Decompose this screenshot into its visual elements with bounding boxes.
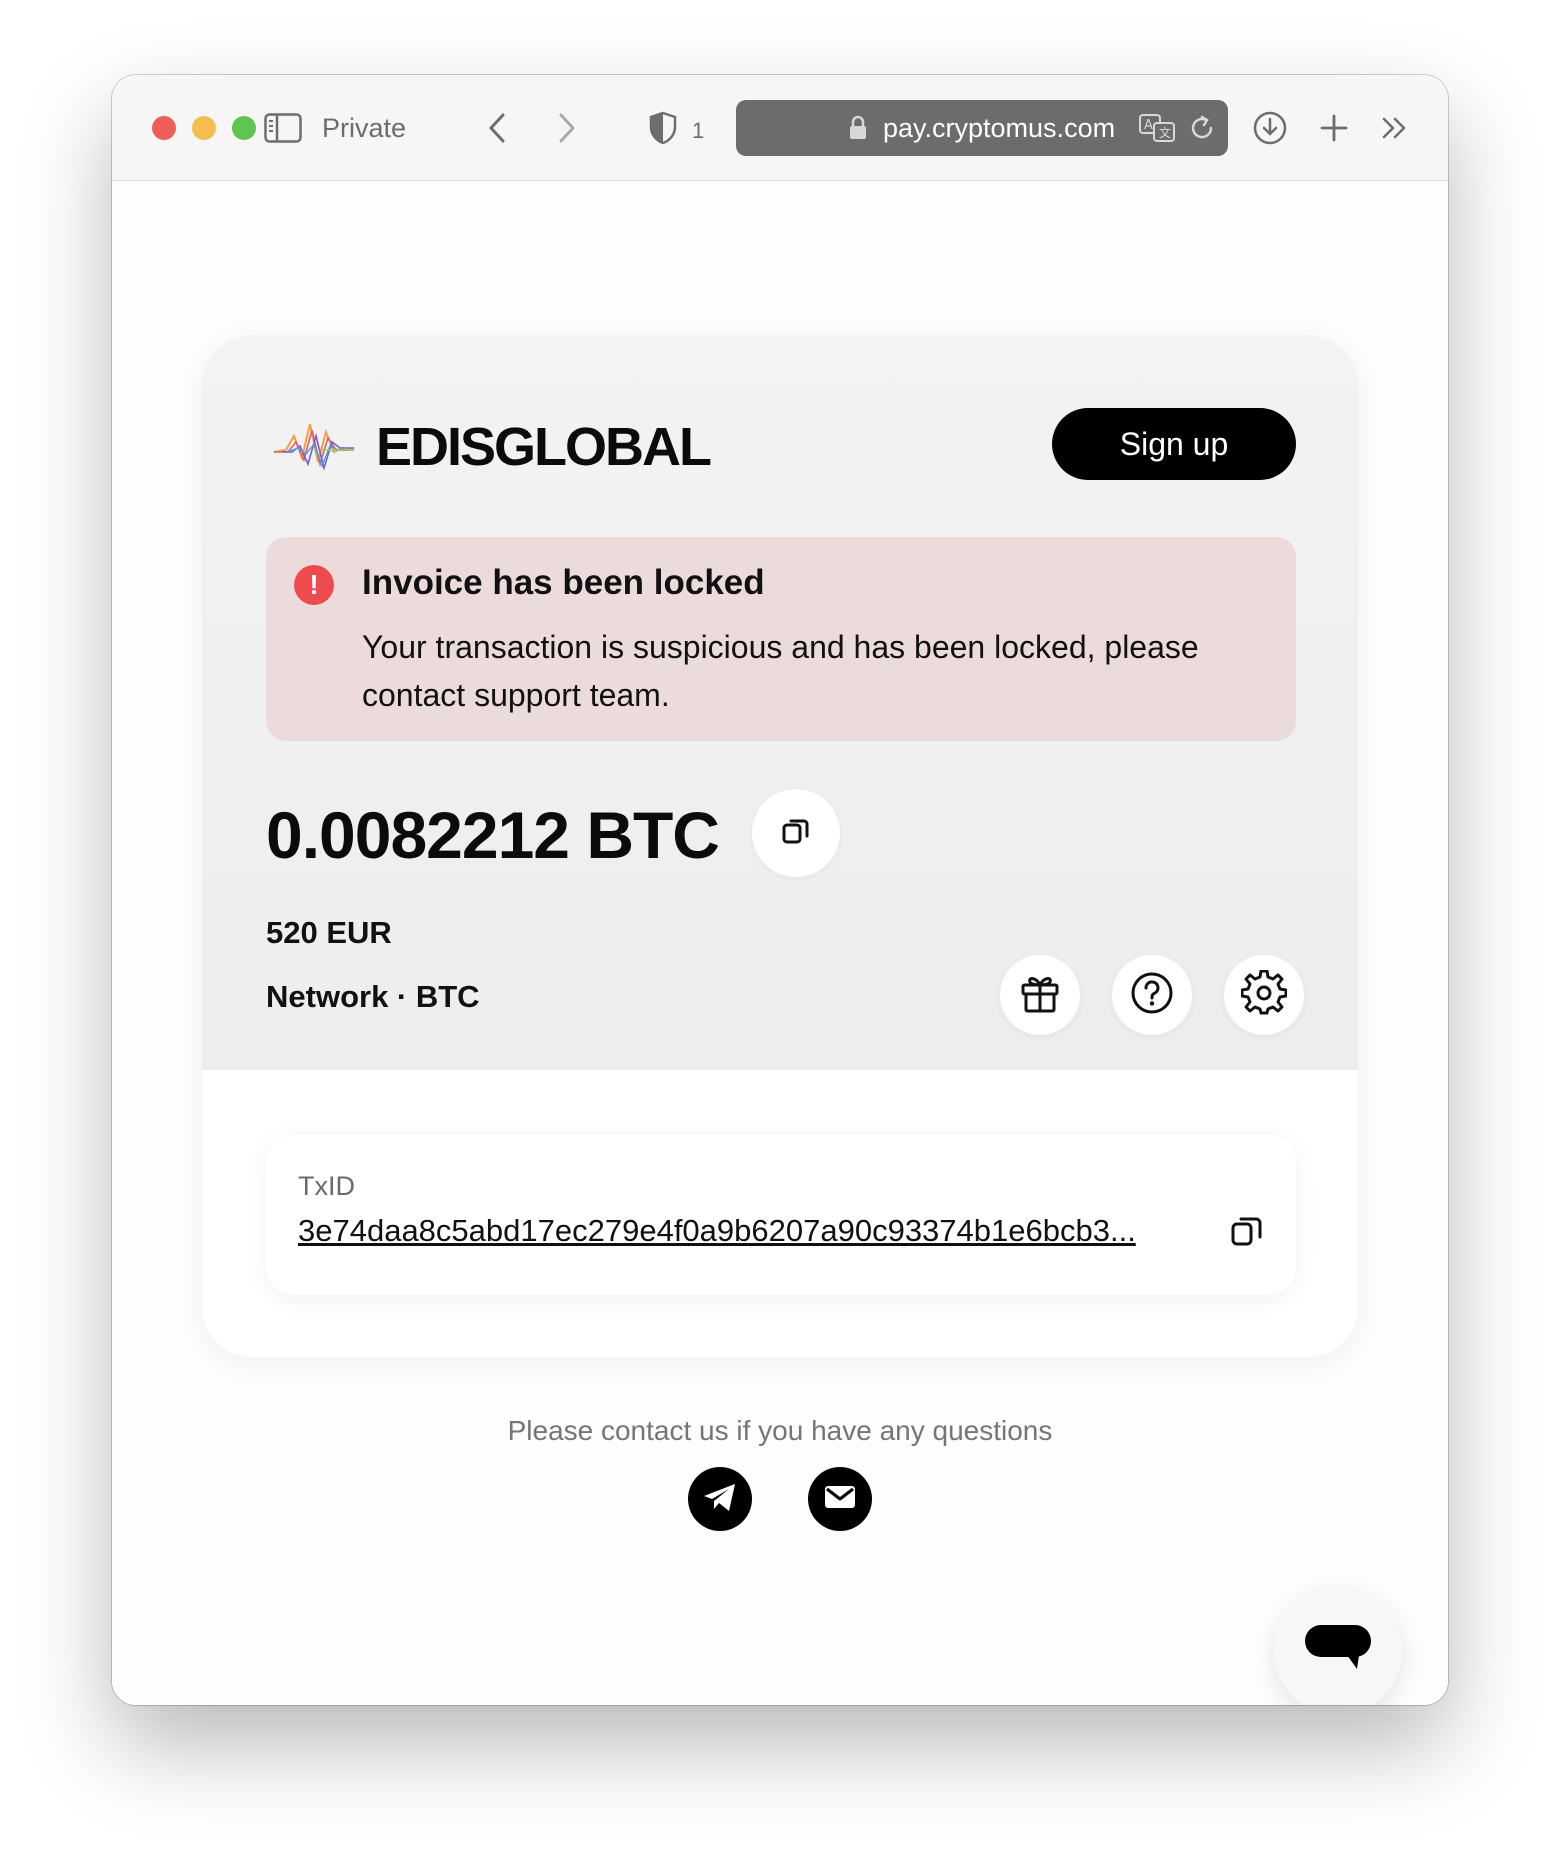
settings-button[interactable]	[1224, 955, 1304, 1035]
lock-icon	[848, 115, 868, 146]
copy-icon	[781, 816, 811, 851]
tracker-count: 1	[692, 118, 705, 143]
more-chevrons-icon[interactable]	[1372, 105, 1418, 151]
locked-invoice-alert: ! Invoice has been locked Your transacti…	[266, 537, 1296, 741]
alert-title: Invoice has been locked	[362, 563, 765, 602]
browser-window: Private 1 pay.cryptomus.com A文 EDISGLOBA…	[112, 75, 1448, 1705]
gift-button[interactable]	[1000, 955, 1080, 1035]
sidebar-toggle-icon[interactable]	[260, 105, 306, 151]
invoice-summary: EDISGLOBAL Sign up ! Invoice has been lo…	[202, 335, 1358, 1070]
txid-label: TxID	[298, 1171, 355, 1201]
new-tab-plus-icon[interactable]	[1311, 105, 1357, 151]
svg-text:A: A	[1144, 118, 1153, 133]
merchant-name: EDISGLOBAL	[376, 417, 712, 477]
copy-txid-icon[interactable]	[1230, 1215, 1264, 1254]
forward-chevron-icon[interactable]	[544, 105, 590, 151]
page-content: EDISGLOBAL Sign up ! Invoice has been lo…	[112, 181, 1448, 1705]
transaction-id-box: TxID 3e74daa8c5abd17ec279e4f0a9b6207a90c…	[266, 1135, 1296, 1295]
merchant-logo-icon	[272, 418, 356, 477]
close-window-button[interactable]	[152, 116, 176, 140]
translate-icon[interactable]: A文	[1138, 112, 1176, 149]
sign-up-button[interactable]: Sign up	[1052, 408, 1296, 480]
reload-icon[interactable]	[1188, 114, 1216, 147]
address-bar[interactable]: pay.cryptomus.com A文	[736, 100, 1228, 156]
crypto-amount: 0.0082212 BTC	[266, 798, 720, 872]
question-mark-icon	[1130, 971, 1174, 1020]
privacy-shield-icon[interactable]	[640, 105, 686, 151]
contact-text: Please contact us if you have any questi…	[507, 1415, 1053, 1446]
network-label: Network · BTC	[266, 979, 480, 1014]
alert-message: Your transaction is suspicious and has b…	[362, 629, 1199, 713]
support-chat-button[interactable]	[1274, 1587, 1402, 1705]
telegram-icon	[702, 1481, 738, 1518]
merchant-brand: EDISGLOBAL	[272, 407, 712, 487]
gift-icon	[1018, 971, 1062, 1020]
telegram-button[interactable]	[688, 1467, 752, 1531]
exclamation-icon: !	[294, 565, 334, 605]
envelope-icon	[824, 1485, 856, 1514]
help-button[interactable]	[1112, 955, 1192, 1035]
invoice-card: EDISGLOBAL Sign up ! Invoice has been lo…	[202, 335, 1358, 1357]
private-mode-label: Private	[322, 113, 407, 143]
chat-bubble-icon	[1303, 1621, 1373, 1682]
fiat-amount: 520 EUR	[266, 915, 392, 950]
url-text: pay.cryptomus.com	[883, 113, 1116, 143]
browser-toolbar: Private 1 pay.cryptomus.com A文	[112, 75, 1448, 181]
minimize-window-button[interactable]	[192, 116, 216, 140]
gear-icon	[1240, 969, 1288, 1021]
txid-link[interactable]: 3e74daa8c5abd17ec279e4f0a9b6207a90c93374…	[298, 1213, 1218, 1249]
copy-amount-button[interactable]	[752, 789, 840, 877]
back-chevron-icon[interactable]	[474, 105, 520, 151]
zoom-window-button[interactable]	[232, 116, 256, 140]
email-button[interactable]	[808, 1467, 872, 1531]
download-icon[interactable]	[1247, 105, 1293, 151]
svg-text:文: 文	[1159, 125, 1171, 140]
